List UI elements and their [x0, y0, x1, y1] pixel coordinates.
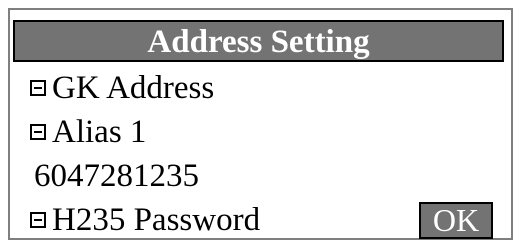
menu-item-label: H235 Password	[52, 202, 261, 238]
menu-item-alias-1[interactable]: Alias 1	[22, 112, 146, 152]
collapse-box-icon[interactable]	[30, 124, 46, 140]
menu-item-gk-address[interactable]: GK Address	[22, 68, 214, 108]
collapse-box-icon[interactable]	[30, 212, 46, 228]
panel-title: Address Setting	[13, 20, 504, 62]
menu-item-label: GK Address	[52, 70, 215, 106]
menu-item-h235-password[interactable]: H235 Password	[22, 200, 260, 240]
alias-number-text: 6047281235	[34, 158, 199, 194]
menu-item-label: Alias 1	[52, 114, 147, 150]
alias-1-value[interactable]: 6047281235	[34, 156, 199, 196]
collapse-box-icon[interactable]	[30, 80, 46, 96]
ok-button[interactable]: OK	[419, 202, 493, 239]
